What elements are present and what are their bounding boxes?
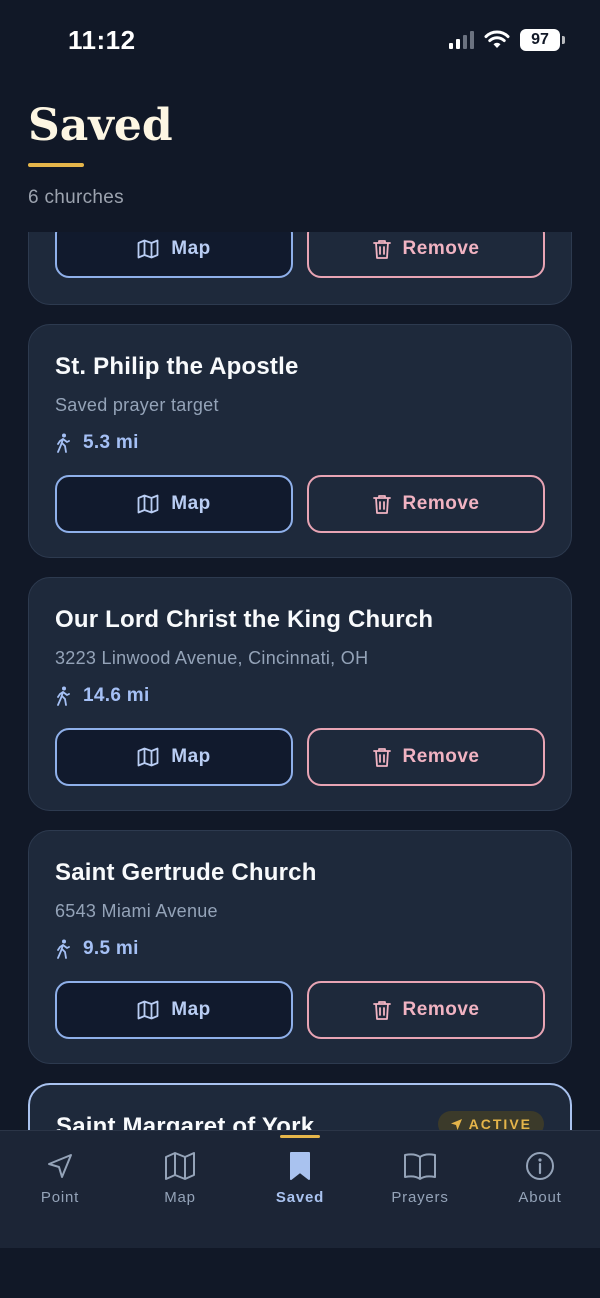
bookmark-icon (290, 1152, 310, 1180)
map-icon (165, 1152, 195, 1180)
tab-label: Prayers (391, 1189, 449, 1206)
tab-selected-indicator (280, 1135, 320, 1138)
remove-button[interactable]: Remove (307, 232, 545, 278)
remove-button-label: Remove (402, 999, 480, 1020)
church-card: Map Remove (28, 232, 572, 305)
book-icon (404, 1153, 436, 1180)
remove-button[interactable]: Remove (307, 728, 545, 786)
map-icon (137, 494, 159, 514)
map-button-label: Map (171, 238, 211, 259)
church-name: Our Lord Christ the King Church (55, 606, 434, 633)
tab-prayers[interactable]: Prayers (360, 1131, 480, 1248)
church-card: Our Lord Christ the King Church 3223 Lin… (28, 577, 572, 811)
tab-about[interactable]: About (480, 1131, 600, 1248)
map-button[interactable]: Map (55, 232, 293, 278)
navigation-arrow-icon (450, 1118, 462, 1130)
status-icons: 97 (449, 29, 565, 51)
walking-icon (57, 939, 70, 959)
status-bar: 11:12 97 (0, 0, 600, 80)
walking-icon (57, 433, 70, 453)
tab-bar: Point Map Saved Prayers About (0, 1130, 600, 1248)
church-count: 6 churches (28, 187, 124, 208)
church-name: St. Philip the Apostle (55, 353, 299, 380)
map-icon (137, 747, 159, 767)
map-icon (137, 1000, 159, 1020)
tab-label: About (518, 1189, 562, 1206)
remove-button[interactable]: Remove (307, 981, 545, 1039)
trash-icon (372, 748, 391, 767)
distance-value: 5.3 mi (83, 432, 139, 453)
battery-indicator: 97 (520, 29, 565, 51)
title-underline (28, 163, 84, 167)
active-badge: ACTIVE (437, 1111, 544, 1130)
status-time: 11:12 (68, 24, 136, 55)
map-button-label: Map (171, 999, 211, 1020)
church-card: Saint Gertrude Church 6543 Miami Avenue … (28, 830, 572, 1064)
trash-icon (372, 1001, 391, 1020)
map-button[interactable]: Map (55, 475, 293, 533)
page-header: Saved 6 churches (0, 80, 600, 232)
church-subtitle: 3223 Linwood Avenue, Cincinnati, OH (55, 648, 369, 668)
remove-button-label: Remove (402, 238, 480, 259)
wifi-icon (484, 30, 510, 48)
map-icon (137, 239, 159, 259)
tab-map[interactable]: Map (120, 1131, 240, 1248)
map-button[interactable]: Map (55, 728, 293, 786)
walking-icon (57, 686, 70, 706)
map-button-label: Map (171, 493, 211, 514)
map-button-label: Map (171, 746, 211, 767)
church-subtitle: 6543 Miami Avenue (55, 901, 218, 921)
tab-label: Saved (275, 1189, 325, 1206)
remove-button-label: Remove (402, 493, 480, 514)
cellular-signal-icon (449, 31, 474, 49)
tab-saved[interactable]: Saved (240, 1131, 360, 1248)
remove-button[interactable]: Remove (307, 475, 545, 533)
map-button[interactable]: Map (55, 981, 293, 1039)
church-name: Saint Gertrude Church (55, 859, 317, 886)
saved-church-list[interactable]: Map Remove St. Philip the Apostle Saved … (0, 232, 600, 1130)
church-distance: 14.6 mi (55, 685, 545, 707)
page-title: Saved (28, 100, 173, 151)
tab-label: Map (164, 1189, 196, 1206)
active-badge-label: ACTIVE (468, 1116, 532, 1130)
church-distance: 9.5 mi (55, 938, 545, 960)
church-subtitle: Saved prayer target (55, 395, 219, 415)
info-icon (526, 1152, 554, 1180)
trash-icon (372, 240, 391, 259)
church-distance: 5.3 mi (55, 432, 545, 454)
navigation-arrow-icon (48, 1154, 72, 1178)
church-card: St. Philip the Apostle Saved prayer targ… (28, 324, 572, 558)
distance-value: 9.5 mi (83, 938, 139, 959)
tab-label: Point (40, 1189, 80, 1206)
trash-icon (372, 495, 391, 514)
distance-value: 14.6 mi (83, 685, 150, 706)
tab-point[interactable]: Point (0, 1131, 120, 1248)
remove-button-label: Remove (402, 746, 480, 767)
home-indicator-area (0, 1248, 600, 1298)
church-card-active: Saint Margaret of York ACTIVE (28, 1083, 572, 1130)
